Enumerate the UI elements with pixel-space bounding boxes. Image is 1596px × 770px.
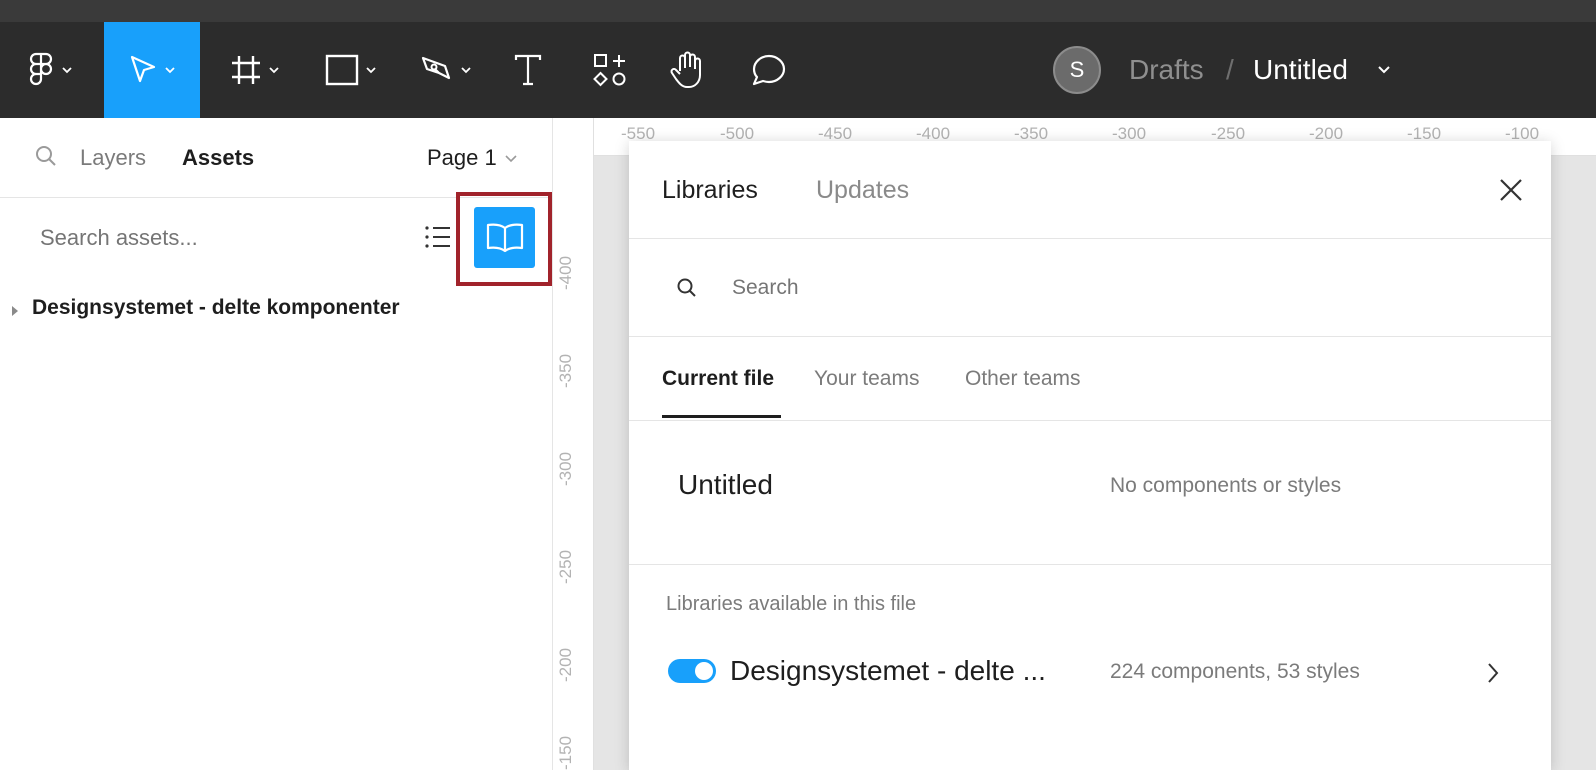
move-tool-button[interactable] (104, 22, 200, 118)
breadcrumb-drafts[interactable]: Drafts (1129, 52, 1204, 88)
top-toolbar: S Drafts / Untitled (0, 0, 1596, 118)
comment-icon (752, 54, 786, 86)
resources-icon (593, 54, 626, 87)
library-name: Designsystemet - delte ... (730, 655, 1046, 686)
modal-header: Libraries Updates (629, 141, 1551, 239)
chevron-right-icon[interactable] (1486, 661, 1500, 685)
close-icon[interactable] (1498, 177, 1524, 203)
file-title[interactable]: Untitled (1253, 52, 1348, 88)
tab-libraries[interactable]: Libraries (662, 174, 758, 206)
chevron-down-icon (165, 67, 175, 74)
figma-logo-icon (29, 52, 53, 86)
sidebar-tabs: Layers Assets Page 1 (0, 118, 553, 198)
frame-tool-button[interactable] (222, 22, 288, 118)
library-enabled-toggle[interactable] (668, 659, 716, 683)
tab-other-teams[interactable]: Other teams (965, 365, 1081, 393)
hand-icon (670, 51, 701, 88)
asset-search-input[interactable] (40, 224, 400, 252)
active-tab-indicator (662, 415, 781, 418)
text-tool-button[interactable] (504, 22, 552, 118)
current-file-row: Untitled No components or styles (629, 421, 1551, 565)
ruler-tick-label: -350 (556, 353, 575, 388)
current-file-meta: No components or styles (1110, 474, 1342, 497)
chevron-down-icon (366, 67, 376, 74)
tab-updates[interactable]: Updates (816, 174, 909, 206)
tab-your-teams[interactable]: Your teams (814, 365, 919, 393)
ruler-tick-label: -400 (556, 255, 575, 290)
library-scope-tabs: Current file Your teams Other teams (629, 337, 1551, 421)
libraries-modal: Libraries Updates Current file Your team… (629, 141, 1551, 770)
caret-right-icon[interactable] (12, 306, 18, 316)
avatar[interactable]: S (1053, 46, 1101, 94)
team-library-button[interactable] (474, 207, 535, 268)
available-libraries-heading: Libraries available in this file (666, 593, 917, 615)
tab-assets[interactable]: Assets (182, 144, 254, 172)
chevron-down-icon (269, 67, 279, 74)
tree-item-library[interactable]: Designsystemet - delte komponenter (0, 294, 553, 334)
modal-search-bar (629, 239, 1551, 337)
search-icon[interactable] (34, 144, 58, 168)
chevron-down-icon[interactable] (504, 154, 518, 164)
pen-icon (421, 56, 451, 80)
tab-layers[interactable]: Layers (80, 144, 146, 172)
text-icon (514, 54, 542, 86)
tab-current-file[interactable]: Current file (662, 365, 774, 393)
page-selector[interactable]: Page 1 (427, 144, 497, 172)
library-search-input[interactable] (732, 273, 1432, 303)
move-cursor-icon (130, 55, 156, 83)
ruler-left: -400 -350 -300 -250 -200 -150 (554, 118, 594, 770)
library-row[interactable]: Designsystemet - delte ... 224 component… (629, 641, 1551, 701)
avatar-initial: S (1069, 57, 1085, 82)
list-view-icon[interactable] (424, 224, 452, 250)
ruler-tick-label: -200 (556, 647, 575, 682)
search-icon (677, 278, 696, 297)
window-title-strip (0, 0, 1596, 22)
frame-icon (232, 56, 260, 84)
ruler-tick-label: -150 (556, 735, 575, 770)
ruler-tick-label: -250 (556, 549, 575, 584)
pen-tool-button[interactable] (413, 22, 479, 118)
rectangle-icon (325, 54, 359, 86)
current-file-name: Untitled (678, 469, 773, 500)
shape-tool-button[interactable] (318, 22, 384, 118)
main-menu-button[interactable] (14, 22, 86, 118)
hand-tool-button[interactable] (664, 22, 712, 118)
toggle-knob (695, 662, 713, 680)
left-sidebar: Layers Assets Page 1 Designsystemet - de… (0, 118, 553, 770)
ruler-tick-label: -300 (556, 451, 575, 486)
breadcrumb-separator: / (1226, 54, 1234, 85)
library-meta: 224 components, 53 styles (1110, 660, 1360, 683)
book-icon (486, 223, 523, 252)
tree-item-label: Designsystemet - delte komponenter (32, 296, 400, 319)
resources-tool-button[interactable] (586, 22, 634, 118)
comment-tool-button[interactable] (745, 22, 793, 118)
chevron-down-icon (62, 67, 72, 74)
chevron-down-icon[interactable] (1376, 63, 1392, 77)
chevron-down-icon (461, 67, 471, 74)
